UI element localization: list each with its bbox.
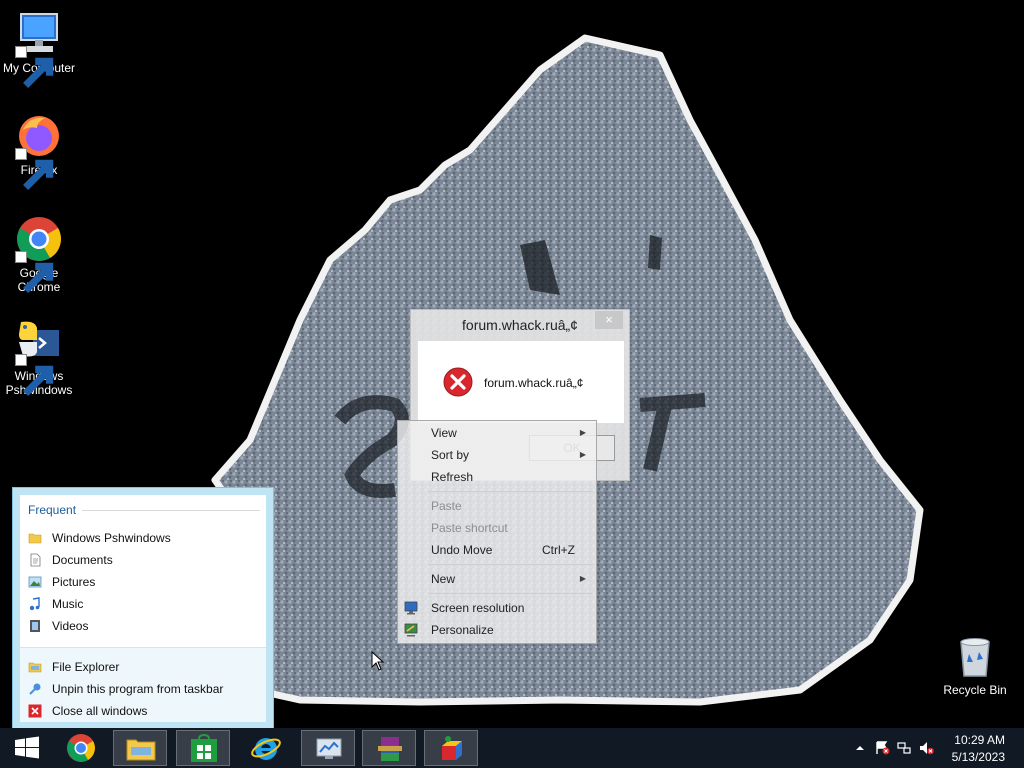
network-icon[interactable]	[896, 741, 912, 755]
app-cube-icon	[442, 736, 462, 760]
dialog-body: forum.whack.ruâ„¢	[418, 341, 624, 423]
show-hidden-icons-chevron-icon[interactable]	[852, 741, 868, 755]
menu-item-screen-resolution[interactable]: Screen resolution	[398, 597, 596, 619]
desktop-context-menu: View ▶ Sort by ▶ Refresh Paste Paste sho…	[397, 420, 597, 644]
clock-time[interactable]: 10:29 AM	[954, 733, 1005, 747]
monitor-icon	[404, 601, 418, 615]
folder-icon	[28, 662, 42, 673]
ie-icon	[251, 738, 281, 760]
unpin-icon	[29, 683, 41, 695]
system-tray: 10:29 AM 5/13/2023	[844, 728, 1024, 768]
close-icon	[28, 704, 42, 718]
pictures-icon	[28, 576, 42, 588]
dialog-close-button[interactable]: ×	[595, 311, 623, 329]
menu-item-new[interactable]: New ▶	[398, 568, 596, 590]
menu-separator	[428, 593, 593, 594]
start-button[interactable]	[0, 730, 54, 766]
desktop-icon-label: Recycle Bin	[943, 683, 1007, 697]
taskbar-internet-explorer[interactable]	[239, 730, 293, 766]
divider	[82, 510, 260, 511]
folder-icon	[28, 533, 42, 544]
taskbar: 10:29 AM 5/13/2023	[0, 728, 1024, 768]
document-icon	[30, 553, 41, 567]
control-panel-icon	[316, 738, 342, 759]
desktop-icon-windows-pshwindows[interactable]: Windows Pshwindows	[1, 318, 77, 397]
desktop-icon-my-computer[interactable]: My Computer	[1, 10, 77, 88]
video-icon	[30, 620, 40, 632]
menu-separator	[428, 564, 593, 565]
clock-date[interactable]: 5/13/2023	[952, 750, 1005, 764]
submenu-arrow-icon: ▶	[579, 450, 586, 459]
submenu-arrow-icon: ▶	[579, 574, 586, 583]
action-center-flag-icon[interactable]	[874, 741, 890, 755]
jump-list-section-title: Frequent	[28, 503, 77, 517]
menu-item-undo-move[interactable]: Undo Move Ctrl+Z	[398, 539, 596, 561]
shortcut-arrow-icon	[15, 251, 54, 293]
shortcut-arrow-icon	[15, 354, 54, 396]
music-icon	[29, 597, 40, 611]
taskbar-jump-list: Frequent Windows Pshwindows Documents Pi…	[12, 487, 274, 730]
desktop-icon-firefox[interactable]: Firefox	[1, 112, 77, 190]
chrome-icon	[67, 734, 95, 762]
taskbar-app-cube[interactable]	[424, 730, 478, 766]
taskbar-store[interactable]	[176, 730, 230, 766]
taskbar-winrar[interactable]	[362, 730, 416, 766]
winrar-icon	[378, 737, 402, 761]
menu-item-personalize[interactable]: Personalize	[398, 619, 596, 641]
shortcut-arrow-icon	[15, 46, 54, 88]
volume-muted-icon[interactable]	[918, 741, 934, 755]
taskbar-file-explorer[interactable]	[113, 730, 167, 766]
recycle-bin-icon	[960, 638, 990, 677]
menu-item-paste[interactable]: Paste	[398, 495, 596, 517]
taskbar-chrome[interactable]	[54, 730, 108, 766]
shortcut-arrow-icon	[15, 148, 54, 190]
menu-item-paste-shortcut[interactable]: Paste shortcut	[398, 517, 596, 539]
error-icon	[443, 367, 473, 397]
store-icon	[191, 734, 217, 762]
start-icon	[15, 736, 39, 759]
desktop-icon-recycle-bin[interactable]: Recycle Bin	[937, 632, 1013, 697]
menu-accelerator: Ctrl+Z	[542, 543, 575, 557]
personalize-icon	[404, 623, 418, 637]
jump-list-tasks: File Explorer Unpin this program from ta…	[20, 647, 266, 722]
desktop-icon-google-chrome[interactable]: Google Chrome	[1, 215, 77, 294]
taskbar-control-panel[interactable]	[301, 730, 355, 766]
mouse-cursor-icon	[371, 651, 385, 671]
menu-separator	[428, 491, 593, 492]
menu-item-view[interactable]: View ▶	[398, 422, 596, 444]
menu-item-sort-by[interactable]: Sort by ▶	[398, 444, 596, 466]
file-explorer-icon	[126, 739, 156, 761]
dialog-message: forum.whack.ruâ„¢	[484, 376, 584, 390]
menu-item-refresh[interactable]: Refresh	[398, 466, 596, 488]
submenu-arrow-icon: ▶	[579, 428, 586, 437]
